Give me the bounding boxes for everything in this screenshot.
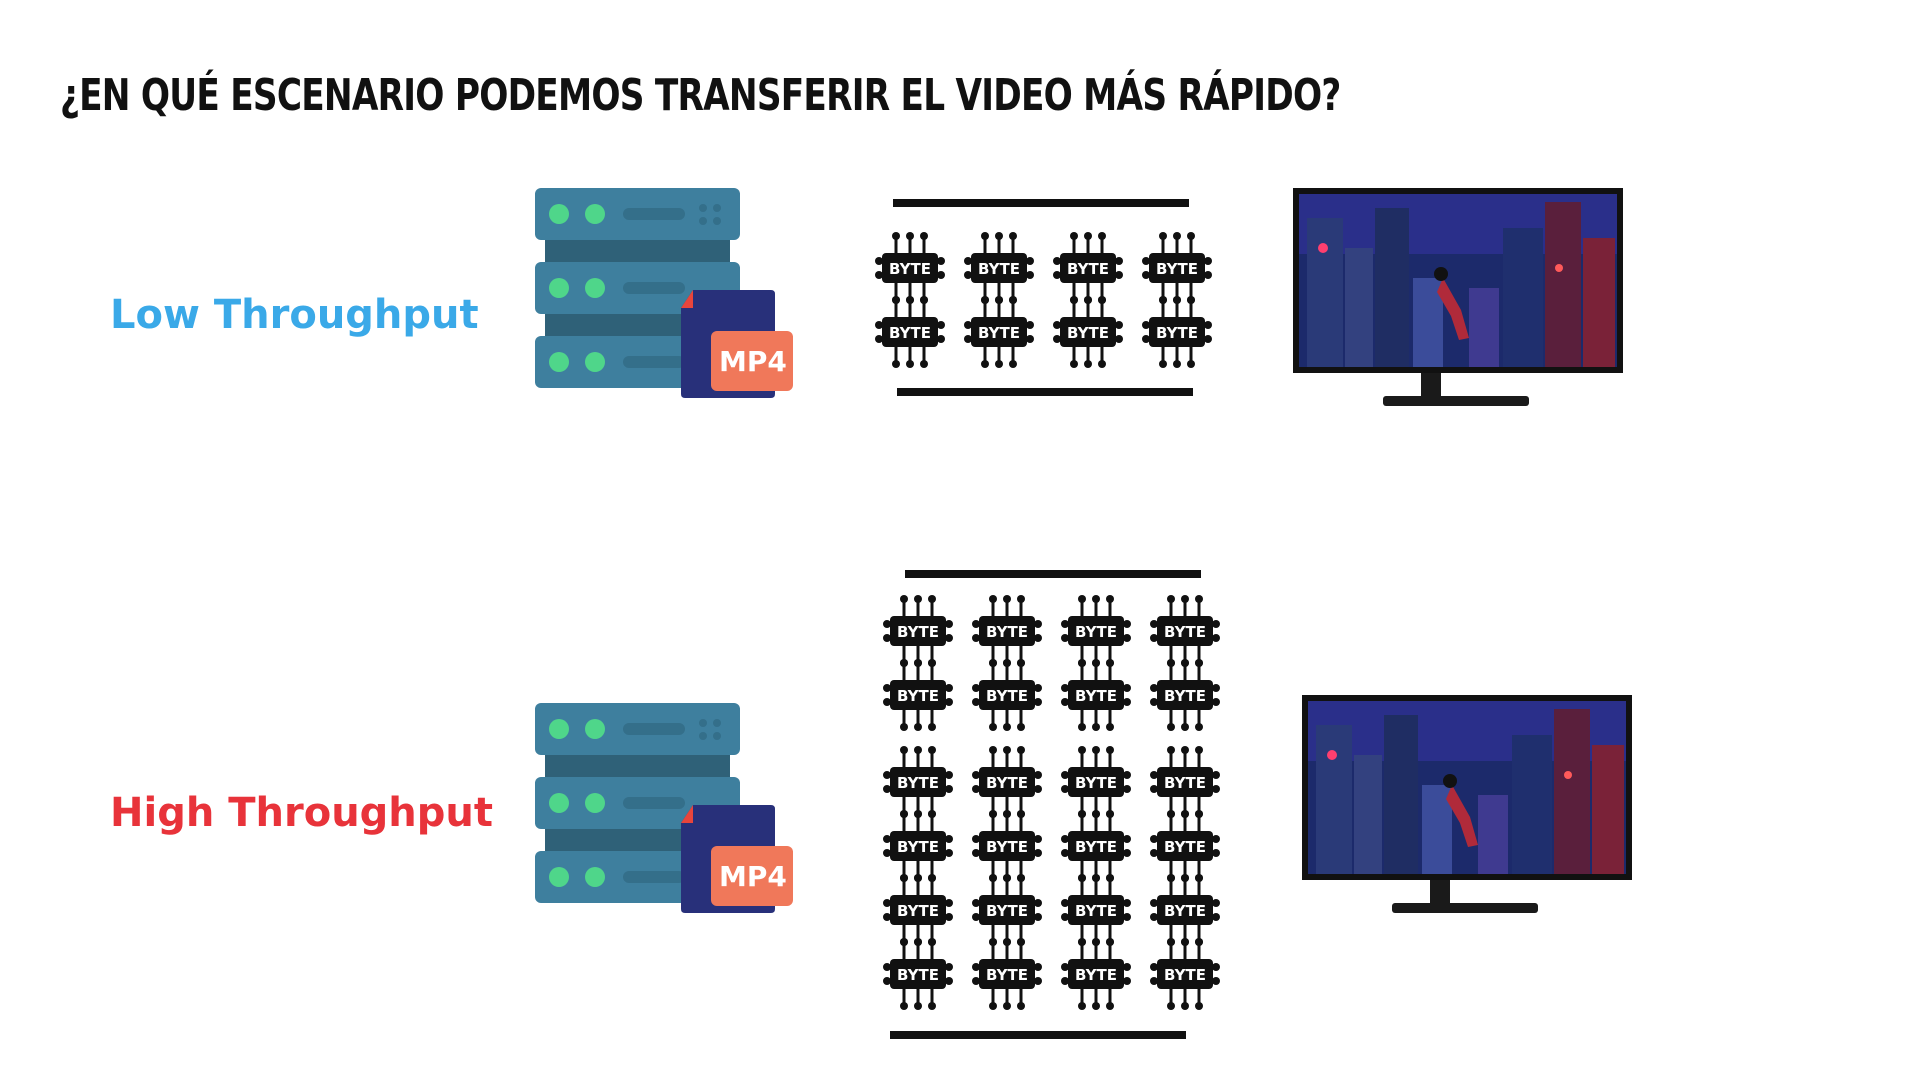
page-title: ¿EN QUÉ ESCENARIO PODEMOS TRANSFERIR EL …	[60, 70, 1341, 121]
byte-chip-label: BYTE	[1075, 774, 1117, 792]
server-stack-icon: MP4	[535, 703, 795, 913]
byte-chip-label: BYTE	[986, 838, 1028, 856]
byte-chip-icon: BYTE	[1053, 232, 1123, 304]
byte-chip-icon: BYTE	[883, 938, 953, 1010]
byte-chip-icon: BYTE	[875, 232, 945, 304]
byte-chip-label: BYTE	[1075, 687, 1117, 705]
byte-chip-label: BYTE	[978, 260, 1020, 278]
byte-chip-label: BYTE	[1164, 966, 1206, 984]
byte-chip-icon: BYTE	[875, 296, 945, 368]
byte-chip-icon: BYTE	[972, 595, 1042, 667]
byte-chip-label: BYTE	[986, 966, 1028, 984]
channel-bottom-line	[890, 1031, 1186, 1039]
byte-chip-label: BYTE	[1164, 623, 1206, 641]
byte-chip-label: BYTE	[889, 324, 931, 342]
channel-top-line	[905, 570, 1201, 578]
byte-chip-label: BYTE	[986, 774, 1028, 792]
byte-chip-icon: BYTE	[972, 746, 1042, 818]
video-frame-image	[1299, 194, 1617, 367]
byte-chip-icon: BYTE	[1061, 595, 1131, 667]
byte-chip-icon: BYTE	[1142, 296, 1212, 368]
byte-chip-icon: BYTE	[1061, 938, 1131, 1010]
channel-bottom-line	[897, 388, 1193, 396]
byte-chip-icon: BYTE	[972, 810, 1042, 882]
byte-chip-icon: BYTE	[972, 874, 1042, 946]
byte-chip-icon: BYTE	[883, 659, 953, 731]
byte-chip-icon: BYTE	[1150, 595, 1220, 667]
byte-chip-label: BYTE	[1164, 774, 1206, 792]
byte-chip-label: BYTE	[897, 623, 939, 641]
byte-chip-label: BYTE	[986, 623, 1028, 641]
byte-chip-label: BYTE	[978, 324, 1020, 342]
byte-chip-icon: BYTE	[1150, 810, 1220, 882]
mp4-file-icon: MP4	[681, 805, 793, 913]
byte-chip-label: BYTE	[986, 687, 1028, 705]
monitor-icon	[1302, 695, 1632, 925]
byte-chip-icon: BYTE	[1061, 810, 1131, 882]
mp4-file-icon: MP4	[681, 290, 793, 398]
byte-chip-icon: BYTE	[972, 938, 1042, 1010]
byte-chip-icon: BYTE	[1061, 874, 1131, 946]
mp4-badge-text: MP4	[719, 345, 787, 378]
byte-chip-label: BYTE	[1075, 902, 1117, 920]
mp4-badge-text: MP4	[719, 860, 787, 893]
byte-chip-icon: BYTE	[1142, 232, 1212, 304]
byte-chip-icon: BYTE	[1150, 659, 1220, 731]
channel-top-line	[893, 199, 1189, 207]
video-frame-image	[1308, 701, 1626, 874]
byte-chip-label: BYTE	[897, 966, 939, 984]
byte-chip-icon: BYTE	[883, 595, 953, 667]
byte-chip-label: BYTE	[1156, 260, 1198, 278]
byte-chip-label: BYTE	[1075, 966, 1117, 984]
byte-chip-icon: BYTE	[883, 874, 953, 946]
byte-chip-icon: BYTE	[1150, 874, 1220, 946]
byte-chip-icon: BYTE	[964, 232, 1034, 304]
byte-chip-label: BYTE	[1075, 838, 1117, 856]
byte-chip-label: BYTE	[897, 838, 939, 856]
byte-chip-icon: BYTE	[883, 746, 953, 818]
byte-chip-icon: BYTE	[964, 296, 1034, 368]
byte-chip-icon: BYTE	[1150, 746, 1220, 818]
byte-chip-label: BYTE	[1164, 838, 1206, 856]
byte-chip-icon: BYTE	[972, 659, 1042, 731]
byte-chip-label: BYTE	[897, 774, 939, 792]
byte-chip-label: BYTE	[1067, 324, 1109, 342]
byte-chip-icon: BYTE	[1053, 296, 1123, 368]
server-stack-icon: MP4	[535, 188, 795, 398]
byte-chip-icon: BYTE	[1150, 938, 1220, 1010]
byte-chip-label: BYTE	[897, 687, 939, 705]
byte-chip-label: BYTE	[1164, 687, 1206, 705]
byte-chip-label: BYTE	[986, 902, 1028, 920]
byte-chip-label: BYTE	[889, 260, 931, 278]
byte-chip-label: BYTE	[1075, 623, 1117, 641]
byte-chip-label: BYTE	[1164, 902, 1206, 920]
low-throughput-label: Low Throughput	[110, 292, 479, 338]
byte-chip-label: BYTE	[897, 902, 939, 920]
high-throughput-label: High Throughput	[110, 790, 494, 836]
byte-chip-icon: BYTE	[1061, 746, 1131, 818]
monitor-icon	[1293, 188, 1623, 418]
byte-chip-icon: BYTE	[883, 810, 953, 882]
byte-chip-label: BYTE	[1067, 260, 1109, 278]
byte-chip-icon: BYTE	[1061, 659, 1131, 731]
byte-chip-label: BYTE	[1156, 324, 1198, 342]
